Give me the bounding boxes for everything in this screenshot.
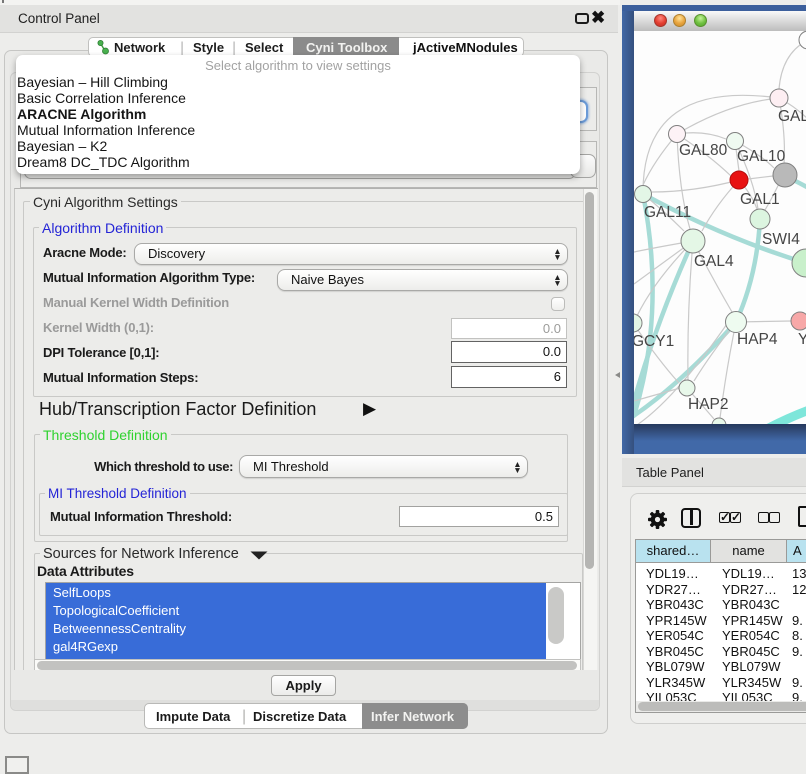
svg-text:GAL11: GAL11: [644, 204, 691, 221]
svg-text:SWI4: SWI4: [762, 231, 800, 248]
svg-text:GAL1: GAL1: [740, 191, 780, 208]
svg-text:GAL4: GAL4: [694, 253, 734, 270]
svg-text:GAL7: GAL7: [778, 108, 806, 125]
svg-text:HAP2: HAP2: [688, 396, 729, 413]
svg-text:GAL80: GAL80: [679, 142, 728, 159]
svg-text:GCY1: GCY1: [634, 333, 674, 350]
svg-text:GAL10: GAL10: [737, 148, 786, 165]
svg-text:HAP4: HAP4: [737, 331, 778, 348]
svg-text:Y: Y: [798, 331, 806, 348]
